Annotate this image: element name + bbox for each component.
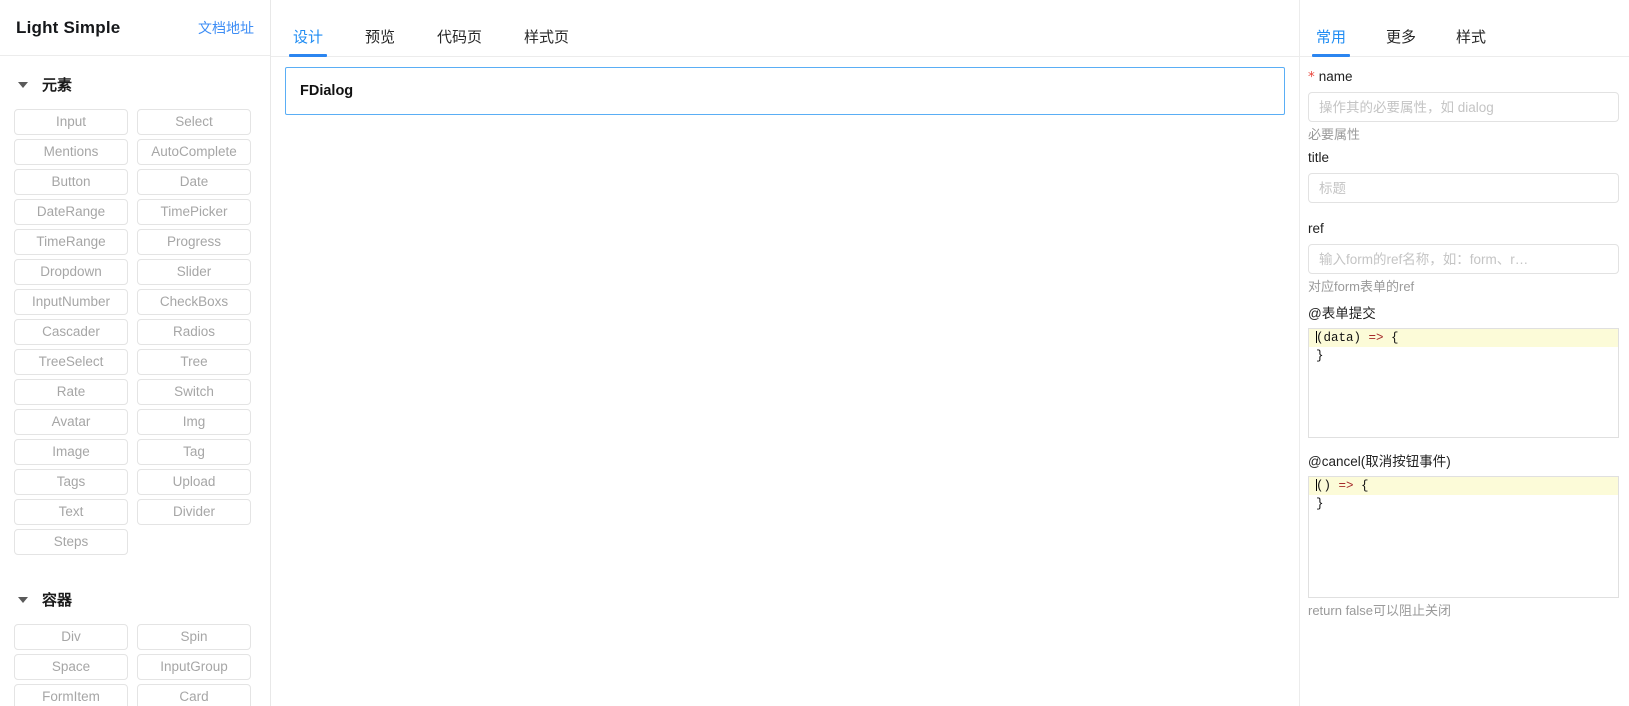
tab-more[interactable]: 更多 [1378, 30, 1424, 56]
palette-item[interactable]: InputGroup [137, 654, 251, 680]
caret-down-icon [18, 596, 28, 603]
palette-item[interactable]: TreeSelect [14, 349, 128, 375]
palette-item[interactable]: Slider [137, 259, 251, 285]
tab-style-page[interactable]: 样式页 [514, 30, 579, 56]
code-text: (data) => { [1316, 331, 1399, 346]
palette-group-elements: Input Select Mentions AutoComplete Butto… [0, 103, 270, 559]
palette-item[interactable]: Progress [137, 229, 251, 255]
palette-item[interactable]: Text [14, 499, 128, 525]
canvas-node-fdialog[interactable]: FDialog [285, 67, 1285, 115]
cancel-event-code-editor[interactable]: () => { } [1308, 476, 1619, 599]
palette-item[interactable]: Upload [137, 469, 251, 495]
ref-input[interactable] [1308, 244, 1619, 275]
field-help-name: 必要属性 [1308, 127, 1361, 143]
palette-item[interactable]: Rate [14, 379, 128, 405]
palette-item[interactable]: Divider [137, 499, 251, 525]
documentation-link[interactable]: 文档地址 [198, 18, 254, 38]
palette-item[interactable]: Dropdown [14, 259, 128, 285]
canvas-node-label: FDialog [300, 83, 354, 99]
palette-item[interactable]: AutoComplete [137, 139, 251, 165]
code-line-active: () => { [1309, 477, 1618, 496]
submit-event-code-editor[interactable]: (data) => { } [1308, 328, 1619, 439]
palette-item[interactable]: Date [137, 169, 251, 195]
palette-item[interactable]: Select [137, 109, 251, 135]
palette-group-title: 容器 [42, 592, 73, 609]
palette-item[interactable]: Mentions [14, 139, 128, 165]
tab-preview[interactable]: 预览 [355, 30, 405, 56]
field-name: *name 必要属性 [1308, 69, 1619, 144]
code-line-active: (data) => { [1309, 329, 1618, 348]
palette-item[interactable]: Img [137, 409, 251, 435]
label-submit-event: @表单提交 [1308, 306, 1376, 322]
field-label-ref: ref [1308, 221, 1324, 237]
tab-design[interactable]: 设计 [283, 30, 333, 57]
design-canvas-area: 设计 预览 代码页 样式页 FDialog [271, 0, 1299, 706]
palette-group-header-containers[interactable]: 容器 [0, 581, 270, 618]
palette-item[interactable]: Tag [137, 439, 251, 465]
field-label-text: name [1318, 69, 1353, 84]
field-label-name: * name [1308, 69, 1619, 85]
properties-tabbar: 常用 更多 样式 [1300, 0, 1629, 57]
palette-item[interactable]: Div [14, 624, 128, 650]
palette-item[interactable]: Radios [137, 319, 251, 345]
field-label-title: title [1308, 150, 1330, 166]
palette-item[interactable]: Input [14, 109, 128, 135]
canvas-drop-area[interactable]: FDialog [271, 57, 1299, 706]
code-text: () => { [1316, 479, 1369, 494]
app-root: Light Simple 文档地址 元素 Input Select Mentio… [0, 0, 1629, 706]
palette-item[interactable]: Steps [14, 529, 128, 555]
properties-form: *name 必要属性 title ref 对应form表单的ref @表单提交 … [1300, 57, 1629, 706]
palette-item[interactable]: Image [14, 439, 128, 465]
palette-item[interactable]: Card [137, 684, 251, 706]
name-input[interactable] [1308, 92, 1619, 123]
component-palette-sidebar: Light Simple 文档地址 元素 Input Select Mentio… [0, 0, 271, 706]
required-marker-icon: * [1308, 69, 1315, 85]
palette-item[interactable]: TimeRange [14, 229, 128, 255]
palette-item[interactable]: Avatar [14, 409, 128, 435]
title-input[interactable] [1308, 173, 1619, 204]
field-ref: ref 对应form表单的ref [1308, 221, 1619, 296]
palette-item[interactable]: FormItem [14, 684, 128, 706]
brand-title: Light Simple [16, 17, 121, 37]
code-line: } [1316, 349, 1324, 364]
palette-item[interactable]: TimePicker [137, 199, 251, 225]
center-tabbar: 设计 预览 代码页 样式页 [271, 0, 1299, 57]
caret-down-icon [18, 81, 28, 88]
palette-item[interactable]: DateRange [14, 199, 128, 225]
palette-item[interactable]: InputNumber [14, 289, 128, 315]
field-help-cancel: return false可以阻止关闭 [1308, 603, 1452, 619]
palette-item[interactable]: Cascader [14, 319, 128, 345]
sidebar-body: 元素 Input Select Mentions AutoComplete Bu… [0, 56, 270, 706]
code-line: } [1316, 497, 1324, 512]
palette-item[interactable]: Switch [137, 379, 251, 405]
palette-item[interactable]: Tags [14, 469, 128, 495]
palette-item[interactable]: CheckBoxs [137, 289, 251, 315]
palette-item[interactable]: Spin [137, 624, 251, 650]
palette-item[interactable]: Space [14, 654, 128, 680]
field-spacer [1308, 209, 1619, 221]
tab-code-page[interactable]: 代码页 [427, 30, 492, 56]
palette-group-containers: Div Spin Space InputGroup FormItem Card [0, 618, 270, 706]
palette-item[interactable]: Button [14, 169, 128, 195]
tab-style[interactable]: 样式 [1448, 30, 1494, 56]
sidebar-header: Light Simple 文档地址 [0, 0, 270, 56]
palette-group-title: 元素 [42, 77, 73, 94]
field-help-ref: 对应form表单的ref [1308, 279, 1415, 295]
tab-common[interactable]: 常用 [1308, 30, 1354, 57]
properties-panel: 常用 更多 样式 *name 必要属性 title ref [1299, 0, 1629, 706]
field-title: title [1308, 150, 1619, 204]
palette-item[interactable]: Tree [137, 349, 251, 375]
palette-group-header-elements[interactable]: 元素 [0, 66, 270, 103]
label-cancel-event: @cancel(取消按钮事件) [1308, 454, 1451, 470]
